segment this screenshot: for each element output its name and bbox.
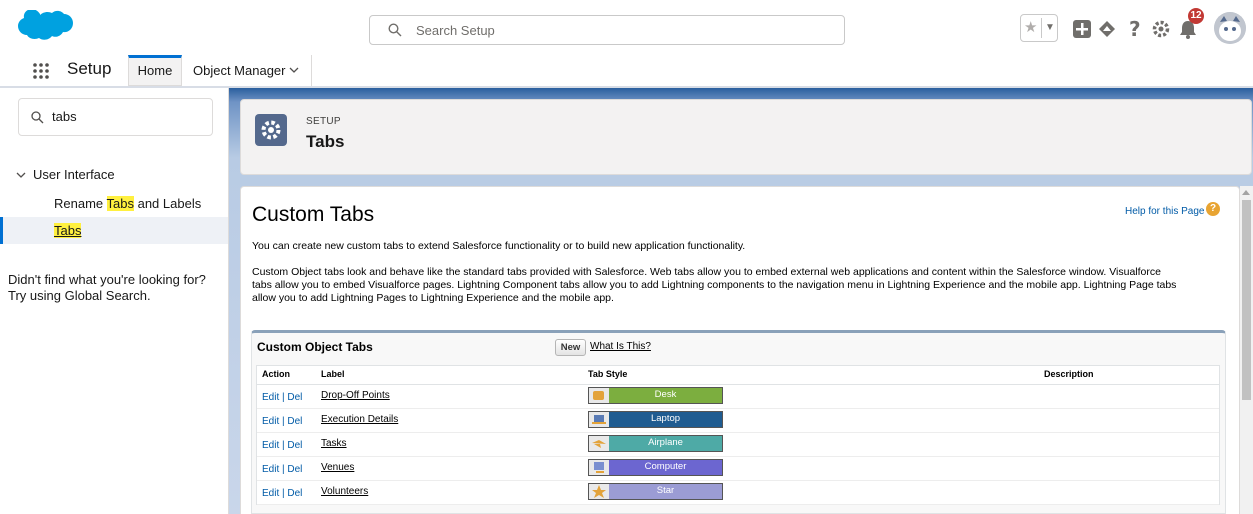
edit-del-links[interactable]: Edit | Del	[262, 440, 302, 451]
svg-text:?: ?	[1129, 18, 1141, 40]
tab-label-link[interactable]: Volunteers	[321, 486, 368, 497]
tab-home[interactable]: Home	[128, 55, 182, 86]
search-highlight: Tabs	[54, 223, 82, 238]
edit-del-links[interactable]: Edit | Del	[262, 392, 302, 403]
add-icon[interactable]	[1071, 18, 1093, 40]
quick-find-input[interactable]: tabs	[18, 98, 213, 136]
tab-style-name: Airplane	[609, 436, 722, 451]
edit-del-links[interactable]: Edit | Del	[262, 416, 302, 427]
chevron-down-icon[interactable]	[16, 172, 26, 178]
salesforce-cloud-logo[interactable]	[16, 10, 74, 48]
scrollbar-thumb[interactable]	[1242, 200, 1251, 400]
column-header-label: Label	[321, 369, 345, 379]
tab-style-swatch: Desk	[588, 387, 723, 404]
sidebar-item-label: Tabs	[54, 217, 82, 244]
global-search-hint: Didn't find what you're looking for? Try…	[8, 272, 223, 304]
help-icon[interactable]: ?	[1124, 18, 1146, 40]
search-icon	[388, 23, 402, 37]
edit-del-links[interactable]: Edit | Del	[262, 488, 302, 499]
table-row: Edit | Del Tasks Airplane	[257, 433, 1219, 457]
help-for-this-page-link[interactable]: Help for this Page	[1125, 206, 1205, 217]
intro-text: You can create new custom tabs to extend…	[252, 240, 746, 252]
search-placeholder: Search Setup	[416, 23, 495, 38]
search-setup-input[interactable]: Search Setup	[369, 15, 845, 45]
quick-find-value: tabs	[52, 109, 77, 124]
avatar[interactable]	[1214, 12, 1246, 44]
sidebar-item-label: Rename Tabs and Labels	[54, 190, 201, 217]
new-button[interactable]: New	[555, 339, 586, 356]
page-title: Tabs	[306, 132, 345, 151]
hint-line: Try using Global Search.	[8, 288, 151, 303]
scroll-up-arrow[interactable]	[1242, 190, 1250, 195]
star-icon	[589, 484, 609, 499]
tab-label-link[interactable]: Execution Details	[321, 414, 398, 425]
tab-label-link[interactable]: Venues	[321, 462, 354, 473]
chevron-down-icon[interactable]: ▼	[1045, 19, 1055, 37]
computer-icon	[589, 460, 609, 475]
search-highlight: Tabs	[106, 196, 134, 211]
edit-del-links[interactable]: Edit | Del	[262, 464, 302, 475]
tab-style-name: Desk	[609, 388, 722, 403]
tab-label-link[interactable]: Drop-Off Points	[321, 390, 390, 401]
what-is-this-link[interactable]: What Is This?	[590, 341, 651, 352]
column-header-tab-style: Tab Style	[588, 369, 628, 379]
description-line: allow you to add Lightning Pages to Ligh…	[252, 292, 614, 304]
description-line: Custom Object tabs look and behave like …	[252, 266, 1161, 278]
gear-icon	[255, 114, 287, 146]
panel-title: Custom Object Tabs	[257, 340, 373, 354]
description-line: tabs allow you to embed Visualforce page…	[252, 279, 1177, 291]
star-icon: ★	[1024, 19, 1038, 36]
help-icon[interactable]: ?	[1206, 202, 1220, 216]
tab-style-name: Computer	[609, 460, 722, 475]
airplane-icon	[589, 436, 609, 451]
table-row: Edit | Del Volunteers Star	[257, 481, 1219, 505]
table-row: Edit | Del Venues Computer	[257, 457, 1219, 481]
app-launcher-icon[interactable]	[32, 62, 50, 80]
laptop-icon	[589, 412, 609, 427]
sidebar-item-tabs[interactable]: Tabs	[0, 217, 228, 244]
tab-style-swatch: Computer	[588, 459, 723, 476]
column-header-action: Action	[262, 369, 290, 379]
table-row: Edit | Del Execution Details Laptop	[257, 409, 1219, 433]
tab-style-swatch: Star	[588, 483, 723, 500]
tab-style-swatch: Airplane	[588, 435, 723, 452]
favorites-divider	[1041, 18, 1042, 38]
desk-icon	[589, 388, 609, 403]
label-text: and Labels	[133, 196, 202, 211]
chevron-down-icon[interactable]	[289, 67, 299, 73]
page-header	[240, 99, 1252, 175]
sidebar-item-rename-tabs-and-labels[interactable]: Rename Tabs and Labels	[0, 190, 228, 217]
column-header-description: Description	[1044, 369, 1094, 379]
app-name: Setup	[67, 59, 112, 78]
trailhead-icon[interactable]	[1096, 18, 1118, 40]
tab-object-manager-label: Object Manager	[193, 63, 286, 78]
content-heading: Custom Tabs	[252, 203, 375, 226]
tab-style-name: Laptop	[609, 412, 722, 427]
notification-badge: 12	[1188, 8, 1204, 24]
hint-line: Didn't find what you're looking for?	[8, 272, 206, 287]
gear-icon[interactable]	[1150, 18, 1172, 40]
search-icon	[31, 111, 44, 124]
tab-style-swatch: Laptop	[588, 411, 723, 428]
label-text: Rename	[54, 196, 107, 211]
page-header-subtitle: SETUP	[306, 116, 341, 127]
tab-object-manager[interactable]: Object Manager	[182, 55, 312, 86]
tree-node-label: User Interface	[33, 167, 115, 182]
tab-label-link[interactable]: Tasks	[321, 438, 347, 449]
table-row: Edit | Del Drop-Off Points Desk	[257, 385, 1219, 409]
tab-style-name: Star	[609, 484, 722, 499]
favorites-button[interactable]: ★ ▼	[1020, 14, 1058, 42]
